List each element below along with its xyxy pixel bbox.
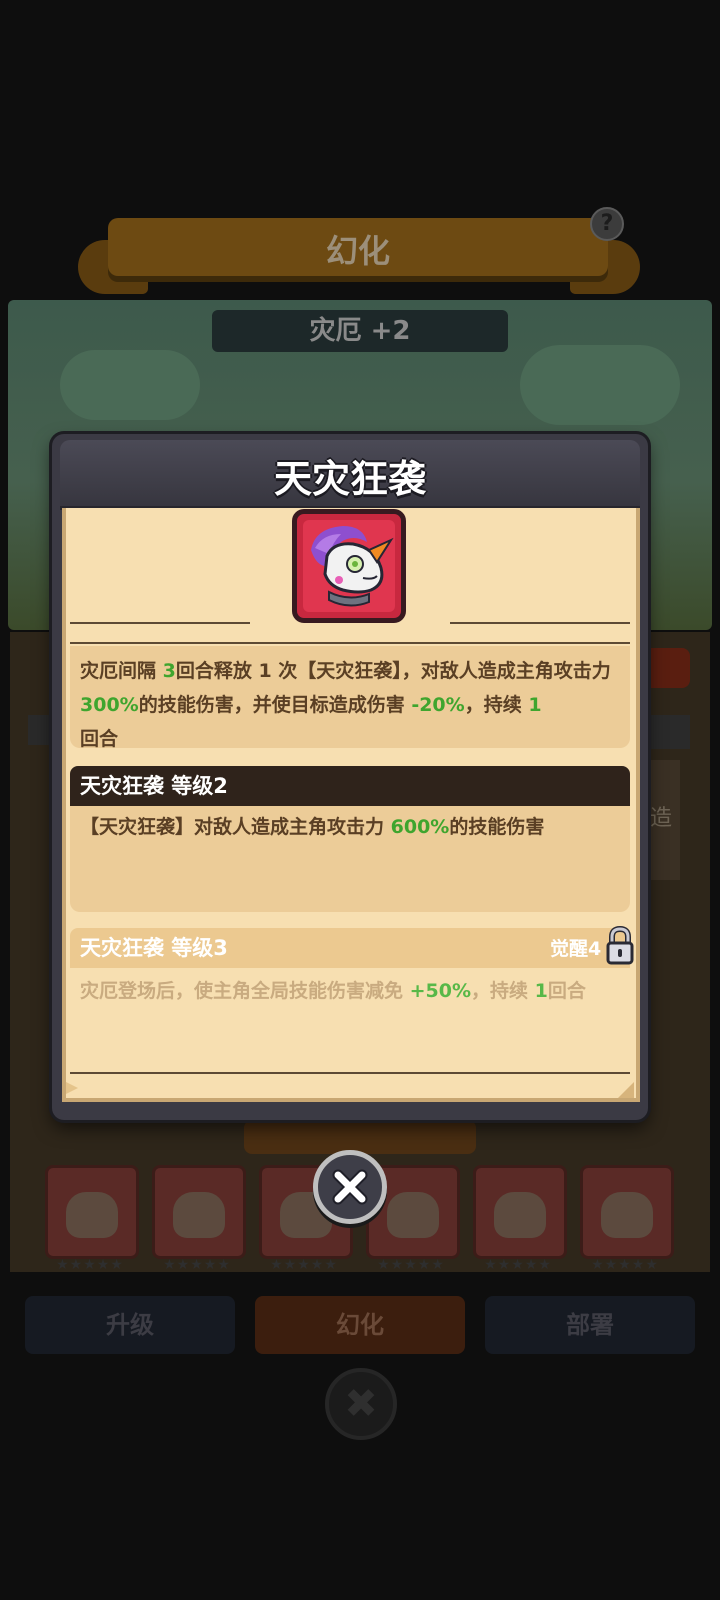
desc-value: 3 — [162, 660, 176, 682]
unicorn-skill-icon — [292, 509, 406, 623]
background-mid-button[interactable] — [244, 1120, 476, 1154]
pet-stars: ★★★★★ — [163, 1257, 231, 1273]
pet-stars: ★★★★★ — [270, 1257, 338, 1273]
background-side-text: 造 — [650, 806, 673, 831]
desc-value: -20% — [411, 694, 465, 716]
banner-title: 幻化 — [325, 232, 390, 270]
background-close-icon[interactable]: ✖ — [325, 1368, 397, 1440]
pet-avatar — [494, 1192, 546, 1238]
level3-value: 1 — [534, 980, 548, 1002]
desc-text: 的技能伤害，并使目标造成伤害 — [138, 694, 412, 716]
corner-decoration — [66, 1082, 78, 1094]
level3-title: 天灾狂袭 等级3 — [70, 928, 630, 968]
desc-text: 灾厄间隔 — [80, 660, 163, 682]
pet-avatar — [387, 1192, 439, 1238]
pet-card[interactable] — [152, 1165, 246, 1259]
level3-text: 灾厄登场后，使主角全局技能伤害减免 — [80, 980, 410, 1002]
pet-stars: ★★★★★ — [591, 1257, 659, 1273]
level2-text: 的技能伤害 — [449, 816, 545, 838]
close-button[interactable] — [313, 1150, 387, 1224]
level3-text: ，持续 — [471, 980, 535, 1002]
level3-description: 灾厄登场后，使主角全局技能伤害减免 +50%，持续 1回合 — [70, 972, 630, 1012]
pet-avatar — [66, 1192, 118, 1238]
divider — [70, 642, 630, 644]
pet-card[interactable] — [473, 1165, 567, 1259]
desc-text: 回合释放 1 次【天灾狂袭】，对敌人造成主角攻击力 — [175, 660, 611, 682]
desc-text: 回合 — [80, 728, 119, 750]
desc-value: 1 — [528, 694, 542, 716]
divider — [70, 1072, 630, 1074]
tab-deploy[interactable]: 部署 — [485, 1296, 695, 1354]
desc-value: 300% — [80, 694, 139, 716]
divider — [70, 622, 250, 624]
desc-text: ，持续 — [464, 694, 529, 716]
level3-text: 回合 — [547, 980, 586, 1002]
level2-title: 天灾狂袭 等级2 — [70, 766, 630, 806]
bush-decoration — [60, 350, 200, 420]
help-icon[interactable]: ? — [590, 207, 624, 241]
pet-stars: ★★★★★ — [377, 1257, 445, 1273]
pet-stars: ★★★★★ — [484, 1257, 552, 1273]
level3-value: +50% — [409, 980, 472, 1002]
pet-stars: ★★★★★ — [56, 1257, 124, 1273]
level2-value: 600% — [390, 816, 450, 838]
lock-icon — [606, 926, 634, 965]
corner-decoration — [618, 1082, 634, 1098]
awaken-requirement: 觉醒4 — [550, 938, 602, 960]
bush-decoration — [520, 345, 680, 425]
close-icon — [332, 1169, 368, 1205]
tab-transform[interactable]: 幻化 — [255, 1296, 465, 1354]
skill-description: 灾厄间隔 3回合释放 1 次【天灾狂袭】，对敌人造成主角攻击力 300%的技能伤… — [70, 646, 630, 750]
unicorn-icon — [311, 526, 394, 607]
pet-card[interactable] — [580, 1165, 674, 1259]
level2-description: 【天灾狂袭】对敌人造成主角攻击力 600%的技能伤害 — [70, 806, 630, 912]
modal-title: 天灾狂袭 — [273, 457, 426, 501]
level2-text: 【天灾狂袭】对敌人造成主角攻击力 — [80, 816, 391, 838]
pet-avatar — [173, 1192, 225, 1238]
pet-level-tag: 灾厄 +2 — [212, 310, 508, 352]
pet-avatar — [601, 1192, 653, 1238]
divider — [450, 622, 630, 624]
pet-card[interactable] — [45, 1165, 139, 1259]
tab-upgrade[interactable]: 升级 — [25, 1296, 235, 1354]
bottom-tab-bar: 升级 幻化 部署 — [25, 1296, 695, 1358]
